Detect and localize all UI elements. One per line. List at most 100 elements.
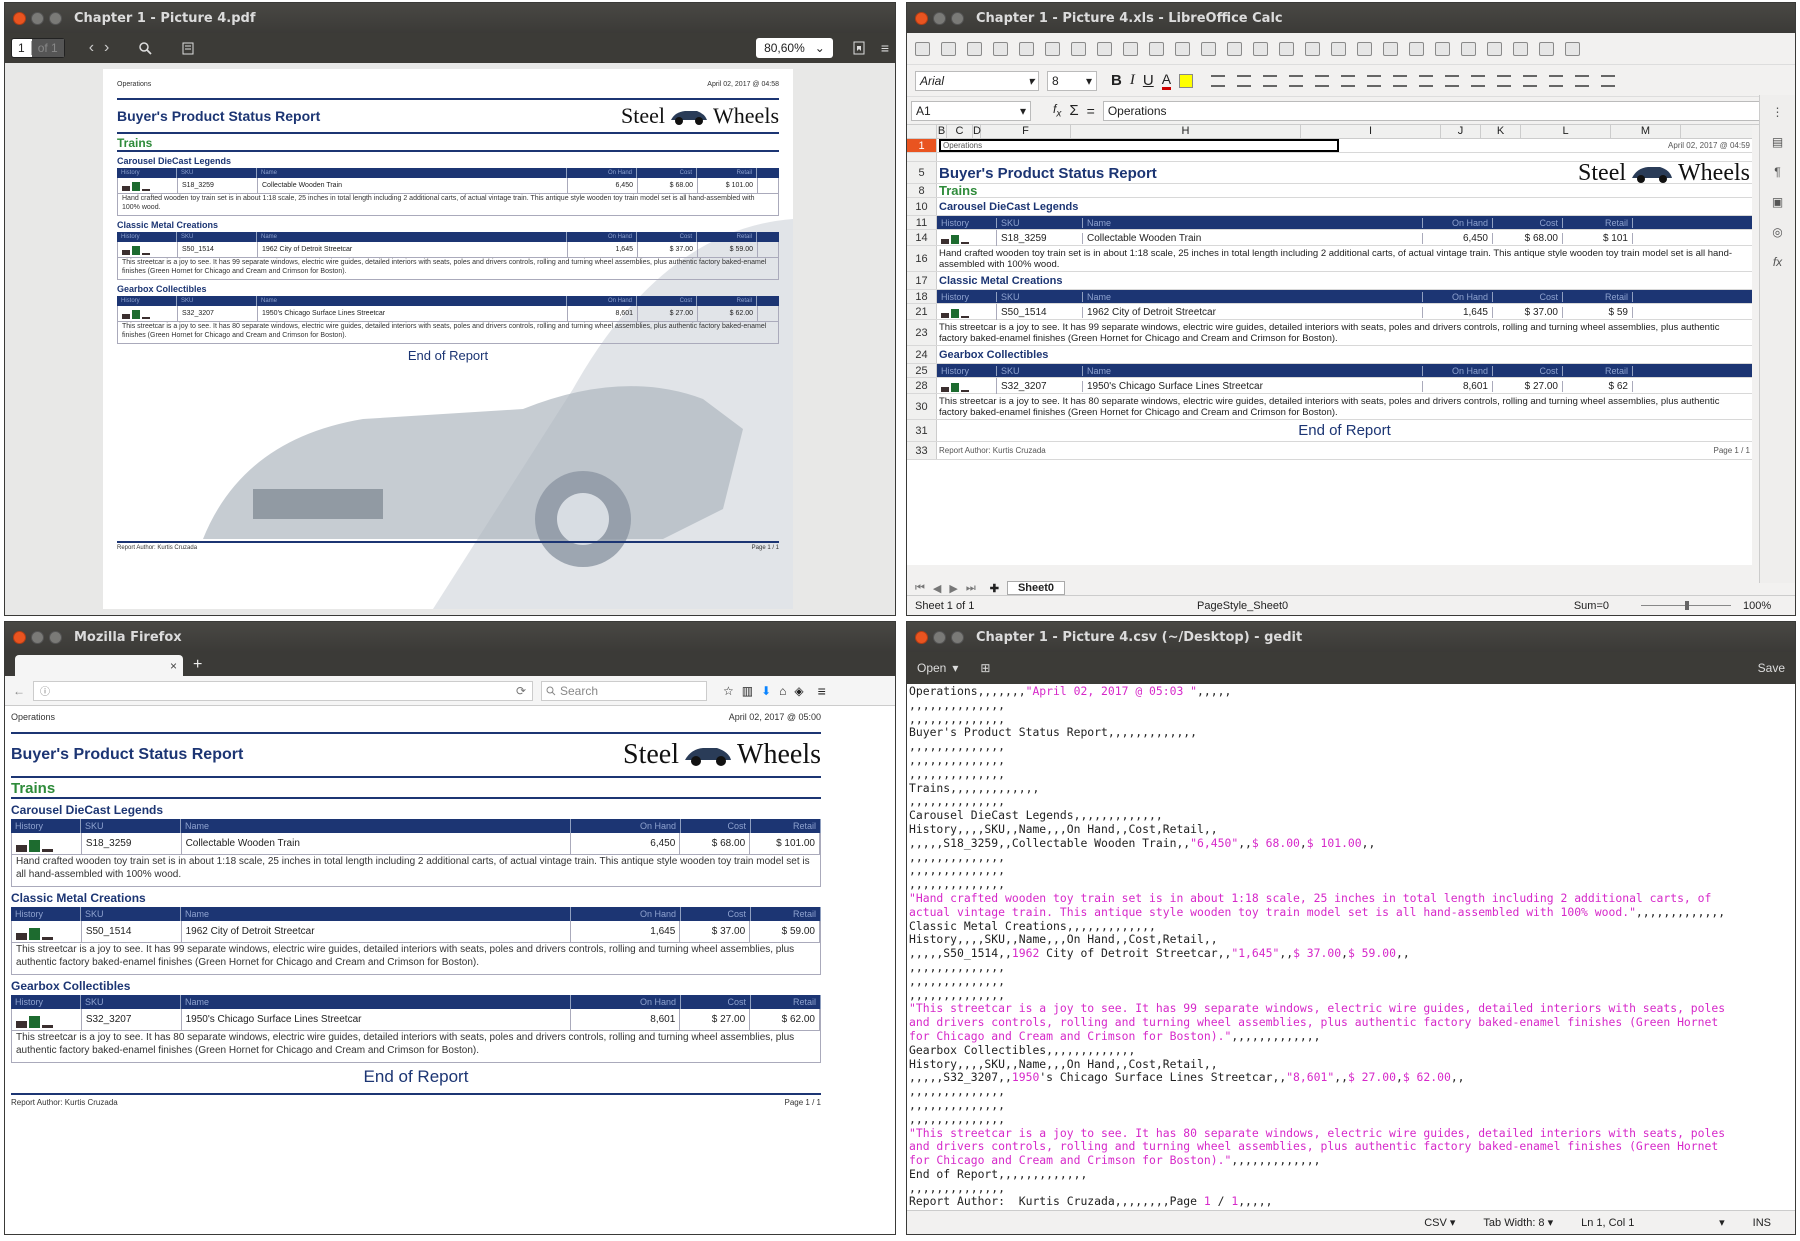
row-number[interactable]: 10	[907, 198, 937, 215]
insert-col-icon[interactable]	[1357, 41, 1372, 56]
row-number[interactable]: 23	[907, 320, 937, 345]
align-left-icon[interactable]	[1211, 74, 1226, 87]
minimize-icon[interactable]	[933, 11, 946, 25]
close-icon[interactable]	[13, 630, 26, 644]
align-center-icon[interactable]	[1237, 74, 1252, 87]
outdent-icon[interactable]	[1601, 74, 1616, 87]
row-icon[interactable]	[1279, 41, 1294, 56]
highlight-icon[interactable]	[1179, 73, 1194, 88]
find-icon[interactable]	[1227, 41, 1242, 56]
maximize-icon[interactable]	[49, 11, 62, 25]
close-tab-icon[interactable]: ×	[170, 659, 177, 673]
row-number[interactable]: 21	[907, 304, 937, 319]
download-icon[interactable]: ⬇	[761, 684, 771, 698]
indent-icon[interactable]	[1575, 74, 1590, 87]
url-bar[interactable]: ⓘ ⟳	[33, 680, 533, 701]
sidebar-menu-icon[interactable]: ⋮	[1772, 105, 1784, 119]
close-icon[interactable]	[915, 11, 928, 25]
table-icon[interactable]	[915, 41, 930, 56]
column-header-cell[interactable]: L	[1521, 125, 1611, 138]
row-number[interactable]	[907, 153, 937, 161]
wrap-icon[interactable]	[1289, 74, 1304, 87]
number-icon[interactable]	[1471, 74, 1486, 87]
gallery-icon[interactable]: ▣	[1772, 195, 1783, 209]
functions-icon[interactable]: fx	[1773, 255, 1782, 269]
print-preview-icon[interactable]	[1045, 41, 1060, 56]
bookmark-icon[interactable]	[853, 41, 865, 55]
column-header-cell[interactable]: B	[937, 125, 947, 138]
currency-icon[interactable]	[1419, 74, 1434, 87]
font-size-box[interactable]: 8 ▾	[1047, 70, 1097, 91]
italic-icon[interactable]: I	[1130, 72, 1135, 89]
export-pdf-icon[interactable]	[993, 41, 1008, 56]
sum-icon[interactable]: Σ	[1069, 102, 1078, 119]
open-button[interactable]: Open ▾	[917, 661, 958, 675]
row-number[interactable]: 17	[907, 272, 937, 289]
tab-sheet0[interactable]: Sheet0	[1006, 581, 1066, 595]
minimize-icon[interactable]	[31, 11, 44, 25]
browser-tab[interactable]: ×	[15, 655, 183, 676]
formula-input[interactable]: Operations	[1102, 100, 1761, 121]
sidebar-icon[interactable]	[182, 42, 194, 55]
merge-icon[interactable]	[1315, 74, 1330, 87]
column-icon[interactable]	[1305, 41, 1320, 56]
row-number[interactable]: 11	[907, 216, 937, 229]
image-icon[interactable]	[1487, 41, 1502, 56]
minimize-icon[interactable]	[31, 630, 44, 644]
styles-icon[interactable]: ¶	[1774, 165, 1780, 179]
first-sheet-icon[interactable]: ⏮	[915, 582, 925, 595]
clone-icon[interactable]	[1149, 41, 1164, 56]
font-color-icon[interactable]: A	[1161, 71, 1172, 90]
home-icon[interactable]: ⌂	[779, 684, 786, 698]
column-header-cell[interactable]: K	[1481, 125, 1521, 138]
spreadsheet-grid[interactable]: BCDFHIJKLM 1 Operations April 02, 2017 @ 0…	[907, 125, 1752, 565]
font-name-box[interactable]: Arial ▾	[915, 70, 1039, 91]
column-header-cell[interactable]: J	[1441, 125, 1481, 138]
library-icon[interactable]: ▥	[742, 684, 753, 698]
spelling-icon[interactable]	[1253, 41, 1268, 56]
row-number[interactable]: 28	[907, 378, 937, 393]
cursor-position[interactable]: Ln 1, Col 1	[1581, 1217, 1691, 1229]
maximize-icon[interactable]	[951, 11, 964, 25]
menu-icon[interactable]: ≡	[881, 40, 889, 56]
new-tab-icon[interactable]: +	[193, 656, 202, 674]
undo-icon[interactable]	[1175, 41, 1190, 56]
chevron-down-icon[interactable]: ▾	[1719, 1216, 1725, 1229]
column-header-cell[interactable]: I	[1301, 125, 1441, 138]
maximize-icon[interactable]	[49, 630, 62, 644]
language-select[interactable]: CSV ▾	[1424, 1216, 1455, 1229]
name-box[interactable]: A1 ▾	[911, 100, 1031, 121]
page-number-input[interactable]: 1	[12, 41, 32, 55]
next-page-icon[interactable]: ›	[104, 39, 109, 57]
search-icon[interactable]	[139, 41, 152, 55]
column-header-cell[interactable]: H	[1071, 125, 1301, 138]
row-number[interactable]: 14	[907, 230, 937, 245]
paste-icon[interactable]	[1123, 41, 1138, 56]
sort-desc-icon[interactable]	[1435, 41, 1450, 56]
back-icon[interactable]: ←	[13, 684, 25, 698]
sort-icon[interactable]	[1383, 41, 1398, 56]
cut-icon[interactable]	[1071, 41, 1086, 56]
add-decimal-icon[interactable]	[1523, 74, 1538, 87]
row-number[interactable]: 24	[907, 346, 937, 363]
row-number[interactable]: 25	[907, 364, 937, 377]
copy-icon[interactable]	[1097, 41, 1112, 56]
zoom-slider[interactable]	[1641, 601, 1731, 610]
minimize-icon[interactable]	[933, 630, 946, 644]
pivot-icon[interactable]	[1539, 41, 1554, 56]
column-header-cell[interactable]: D	[973, 125, 981, 138]
row-number[interactable]: 31	[907, 420, 937, 441]
align-top-icon[interactable]	[1341, 74, 1356, 87]
print-icon[interactable]	[1019, 41, 1034, 56]
reload-icon[interactable]: ⟳	[516, 684, 526, 698]
column-header-cell[interactable]: M	[1611, 125, 1681, 138]
column-header-cell[interactable]: F	[981, 125, 1071, 138]
close-icon[interactable]	[915, 630, 928, 644]
sort-asc-icon[interactable]	[1409, 41, 1424, 56]
column-header-cell[interactable]: C	[947, 125, 973, 138]
next-sheet-icon[interactable]: ▶	[949, 582, 957, 595]
row-number[interactable]: 16	[907, 246, 937, 271]
row-number[interactable]: 33	[907, 442, 937, 459]
bold-icon[interactable]: B	[1111, 72, 1122, 89]
open-icon[interactable]	[941, 41, 956, 56]
